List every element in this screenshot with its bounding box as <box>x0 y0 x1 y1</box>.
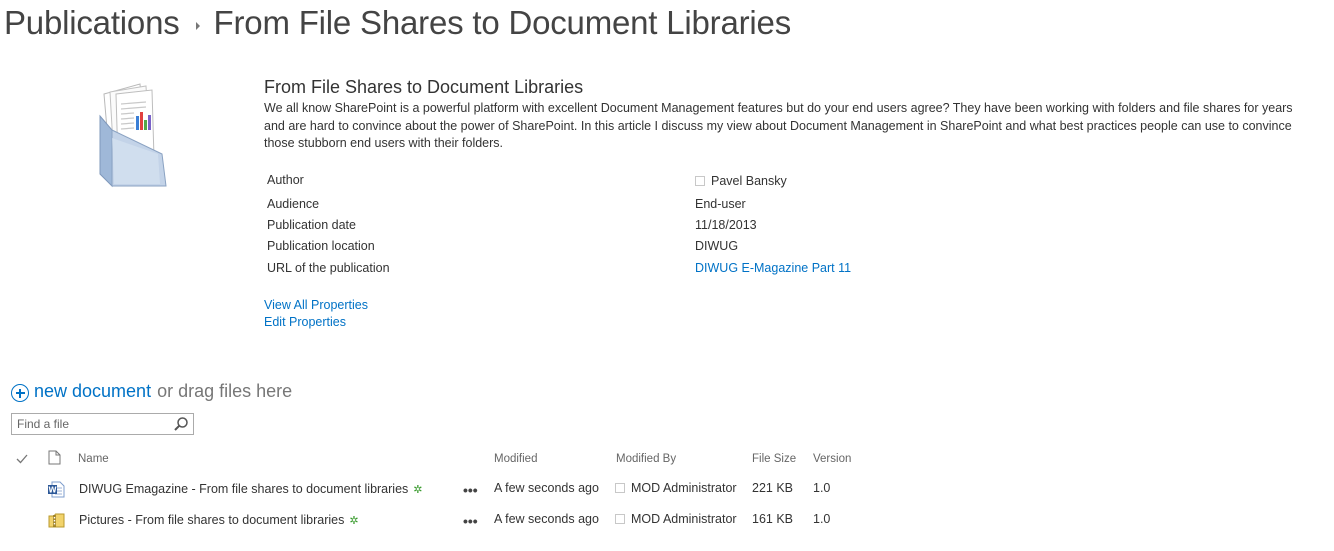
open-menu-ellipsis[interactable]: ••• <box>463 513 478 529</box>
view-all-properties-link[interactable]: View All Properties <box>264 298 368 312</box>
property-value-author[interactable]: Pavel Bansky <box>695 174 787 188</box>
column-header-file-size[interactable]: File Size <box>752 453 796 465</box>
modified-by-name[interactable]: MOD Administrator <box>631 481 737 495</box>
property-label-author: Author <box>267 173 304 187</box>
file-name-text[interactable]: Pictures - From file shares to document … <box>79 513 344 527</box>
search-box[interactable] <box>11 413 194 435</box>
svg-text:W: W <box>48 486 57 495</box>
column-header-modified-by[interactable]: Modified By <box>616 453 676 465</box>
select-all-checkmark-icon[interactable] <box>16 452 28 470</box>
column-header-modified[interactable]: Modified <box>494 453 537 465</box>
property-value-publication-date: 11/18/2013 <box>695 218 757 232</box>
add-circle-icon[interactable] <box>11 384 29 402</box>
property-value-audience: End-user <box>695 197 746 211</box>
column-header-version[interactable]: Version <box>813 453 851 465</box>
edit-properties-link[interactable]: Edit Properties <box>264 315 346 329</box>
modified-cell: A few seconds ago <box>494 512 599 526</box>
publication-title: From File Shares to Document Libraries <box>264 77 584 97</box>
breadcrumb-publications[interactable]: Publications <box>4 4 180 42</box>
new-document-area[interactable]: new document or drag files here <box>11 380 292 402</box>
publication-description: We all know SharePoint is a powerful pla… <box>264 101 1293 150</box>
file-size-cell: 161 KB <box>752 512 794 526</box>
zip-folder-icon <box>48 513 65 533</box>
version-cell: 1.0 <box>813 481 831 495</box>
presence-indicator-icon <box>695 176 705 186</box>
version-cell: 1.0 <box>813 512 831 526</box>
file-name-link[interactable]: DIWUG Emagazine - From file shares to do… <box>79 482 423 496</box>
column-header-name[interactable]: Name <box>78 453 109 465</box>
modified-by-cell[interactable]: MOD Administrator <box>615 512 737 526</box>
new-document-button[interactable]: new document <box>34 381 151 402</box>
property-label-audience: Audience <box>267 197 320 211</box>
search-icon[interactable] <box>173 416 190 432</box>
modified-cell: A few seconds ago <box>494 481 599 495</box>
file-size-cell: 221 KB <box>752 481 794 495</box>
new-item-icon: ✲ <box>413 484 423 496</box>
presence-indicator-icon <box>615 514 625 524</box>
page-title: From File Shares to Document Libraries <box>213 4 792 41</box>
search-input[interactable] <box>17 416 167 432</box>
breadcrumb: Publications From File Shares to Documen… <box>4 2 791 44</box>
modified-by-cell[interactable]: MOD Administrator <box>615 481 737 495</box>
drag-files-hint: or drag files here <box>157 380 293 401</box>
new-item-icon: ✲ <box>349 515 359 527</box>
presence-indicator-icon <box>615 483 625 493</box>
word-document-icon: W <box>47 481 65 503</box>
property-label-publication-location: Publication location <box>267 239 375 253</box>
author-name[interactable]: Pavel Bansky <box>711 174 787 188</box>
breadcrumb-separator-icon <box>195 22 200 30</box>
file-type-header-icon <box>48 450 61 470</box>
file-name-text[interactable]: DIWUG Emagazine - From file shares to do… <box>79 482 408 496</box>
open-menu-ellipsis[interactable]: ••• <box>463 482 478 498</box>
file-name-link[interactable]: Pictures - From file shares to document … <box>79 513 359 527</box>
property-label-url: URL of the publication <box>267 261 390 275</box>
publication-url-link[interactable]: DIWUG E-Magazine Part 11 <box>695 261 851 275</box>
property-label-publication-date: Publication date <box>267 218 356 232</box>
document-library-icon <box>96 82 170 190</box>
property-value-publication-location: DIWUG <box>695 239 739 253</box>
modified-by-name[interactable]: MOD Administrator <box>631 512 737 526</box>
